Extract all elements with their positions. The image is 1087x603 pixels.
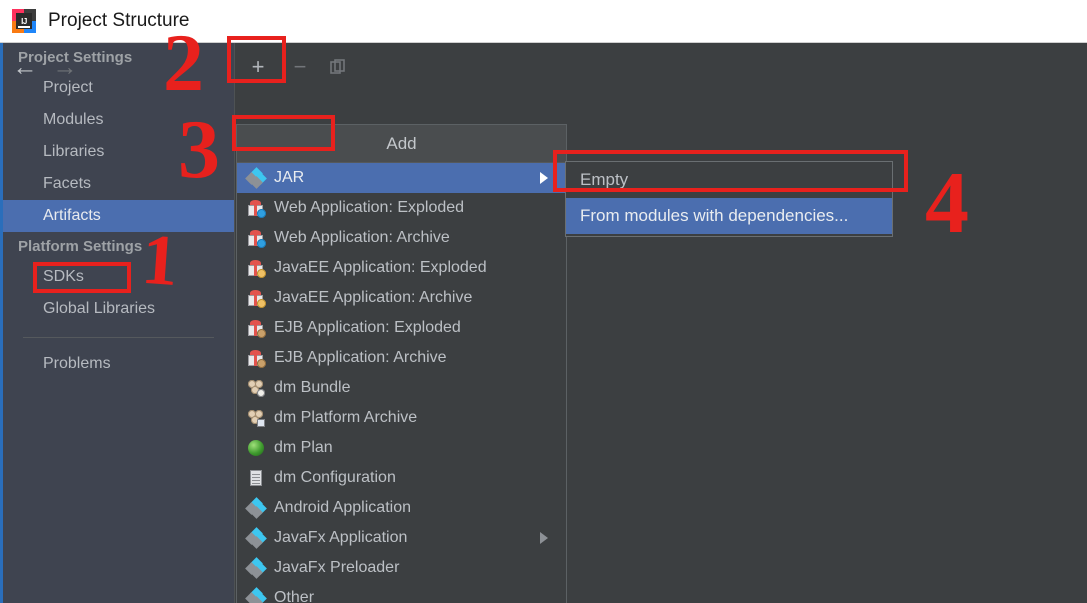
menu-item-label: JavaFx Preloader <box>274 559 400 576</box>
copy-button[interactable] <box>324 53 352 81</box>
diamond-cluster-icon <box>245 497 267 519</box>
menu-item-label: Web Application: Archive <box>274 229 450 246</box>
diamond-cluster-icon <box>245 587 267 603</box>
menu-item-ejb-application-exploded[interactable]: EJB Application: Exploded <box>237 313 566 343</box>
submenu-item-from-modules-with-dependencies[interactable]: From modules with dependencies... <box>566 198 892 234</box>
remove-button[interactable]: − <box>286 53 314 81</box>
annotation-step-4: 4 <box>925 155 969 252</box>
diamond-cluster-icon <box>245 557 267 579</box>
gift-globe-icon <box>247 229 266 248</box>
menu-item-label: EJB Application: Archive <box>274 349 447 366</box>
gift-globe-icon <box>247 199 266 218</box>
menu-item-label: Web Application: Exploded <box>274 199 465 216</box>
annotation-box-artifacts <box>33 262 131 293</box>
menu-item-ejb-application-archive[interactable]: EJB Application: Archive <box>237 343 566 373</box>
menu-item-javafx-preloader[interactable]: JavaFx Preloader <box>237 553 566 583</box>
green-globe-icon <box>247 439 265 457</box>
diamond-cluster-icon <box>245 527 267 549</box>
menu-item-label: JavaEE Application: Exploded <box>274 259 487 276</box>
gift-ejb-icon <box>247 319 266 338</box>
annotation-box-add-button <box>227 36 286 83</box>
sidebar-item-global-libraries[interactable]: Global Libraries <box>3 293 234 325</box>
sidebar-group-platform-settings: Platform Settings <box>18 238 143 255</box>
menu-item-web-application-exploded[interactable]: Web Application: Exploded <box>237 193 566 223</box>
menu-item-jar[interactable]: JAR <box>237 163 566 193</box>
arrow-left-icon[interactable]: ← <box>8 53 42 81</box>
sidebar-item-problems[interactable]: Problems <box>3 348 234 380</box>
diamond-cluster-icon <box>245 167 267 189</box>
menu-item-label: Other <box>274 589 315 603</box>
minus-icon: − <box>293 54 307 79</box>
menu-item-dm-platform-archive[interactable]: dm Platform Archive <box>237 403 566 433</box>
main-workarea: Project Settings Project Modules Librari… <box>0 43 1087 603</box>
sidebar-divider <box>23 337 214 338</box>
annotation-step-2: 2 <box>163 17 204 108</box>
menu-item-web-application-archive[interactable]: Web Application: Archive <box>237 223 566 253</box>
gift-ee-icon <box>247 259 266 278</box>
menu-item-label: Android Application <box>274 499 411 516</box>
copy-icon <box>330 59 345 74</box>
menu-item-label: dm Bundle <box>274 379 351 396</box>
annotation-box-from-modules <box>553 150 908 192</box>
arrow-right-icon[interactable]: → <box>48 53 82 81</box>
menu-item-label: dm Plan <box>274 439 333 456</box>
menu-item-dm-bundle[interactable]: dm Bundle <box>237 373 566 403</box>
menu-item-javaee-application-archive[interactable]: JavaEE Application: Archive <box>237 283 566 313</box>
annotation-box-jar-item <box>232 115 335 151</box>
menu-item-dm-plan[interactable]: dm Plan <box>237 433 566 463</box>
menu-item-label: JavaFx Application <box>274 529 408 546</box>
menu-item-dm-configuration[interactable]: dm Configuration <box>237 463 566 493</box>
menu-item-android-application[interactable]: Android Application <box>237 493 566 523</box>
menu-item-javafx-application[interactable]: JavaFx Application <box>237 523 566 553</box>
menu-item-other[interactable]: Other <box>237 583 566 603</box>
document-icon <box>247 469 265 487</box>
menu-item-javaee-application-exploded[interactable]: JavaEE Application: Exploded <box>237 253 566 283</box>
annotation-step-3: 3 <box>178 103 220 196</box>
gift-ejb-icon <box>247 349 266 368</box>
dm-bundle-icon <box>247 379 265 397</box>
chevron-right-icon <box>540 172 548 184</box>
intellij-idea-logo-icon: IJ <box>12 9 36 33</box>
menu-item-label: dm Platform Archive <box>274 409 418 426</box>
chevron-right-icon <box>540 532 548 544</box>
menu-item-label: JAR <box>274 169 305 186</box>
menu-item-label: JavaEE Application: Archive <box>274 289 473 306</box>
gift-ee-icon <box>247 289 266 308</box>
add-artifact-menu: Add JAR Web Application: Exploded Web Ap… <box>236 124 567 603</box>
menu-item-label: EJB Application: Exploded <box>274 319 461 336</box>
annotation-step-1: 1 <box>139 218 181 302</box>
sidebar-item-artifacts[interactable]: Artifacts <box>3 200 234 232</box>
dm-platform-icon <box>247 409 265 427</box>
menu-item-label: dm Configuration <box>274 469 396 486</box>
